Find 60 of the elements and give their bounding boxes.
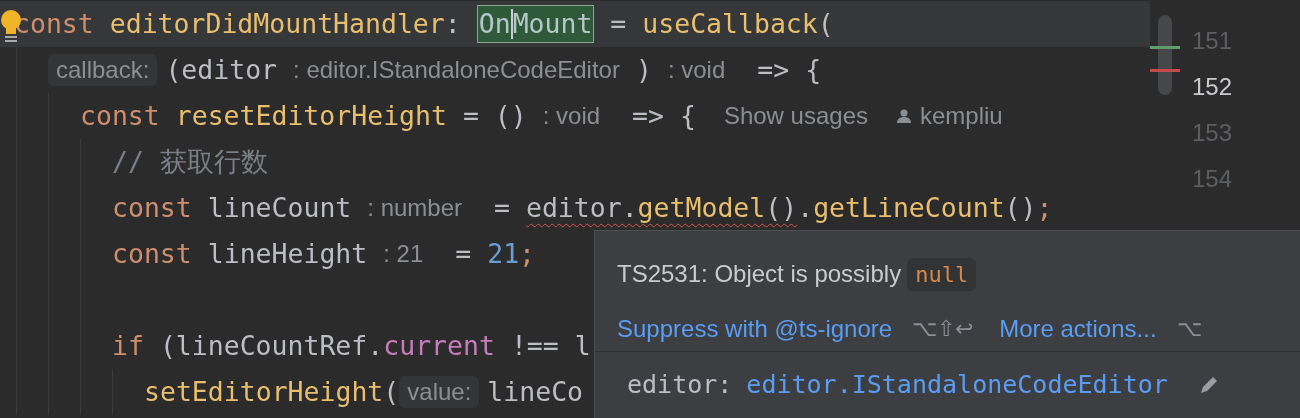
code-text: ) xyxy=(635,55,652,85)
usages-link[interactable]: Show usages xyxy=(723,102,868,130)
user-icon xyxy=(896,108,912,124)
author-name[interactable]: kempliu xyxy=(920,102,1003,130)
error-message: TS2531: Object is possibly xyxy=(617,260,902,288)
code-text: . xyxy=(797,193,814,223)
code-text: () xyxy=(1004,193,1037,223)
keyword: const xyxy=(112,239,192,269)
function-name: useCallback xyxy=(642,9,818,39)
code-text: !== l xyxy=(509,331,591,361)
error-marker xyxy=(1150,69,1180,72)
keyword: const xyxy=(112,193,192,223)
keyword: const xyxy=(80,101,160,131)
code-text: = xyxy=(454,239,473,269)
scrollbar-thumb[interactable] xyxy=(1158,15,1172,95)
code-text: (editor xyxy=(165,55,278,85)
inlay-hint: : void xyxy=(541,101,602,131)
code-text: = () xyxy=(461,101,527,131)
action-link[interactable]: More actions... xyxy=(999,315,1157,343)
code-text: ( xyxy=(383,377,400,407)
inlay-hint: : number xyxy=(366,193,464,223)
code-text: lineHeight xyxy=(206,239,368,269)
code-comment: // 获取行数 xyxy=(112,147,268,177)
inlay-hint: : editor.IStandaloneCodeEditor xyxy=(292,55,621,85)
code-text: = xyxy=(609,9,628,39)
code-text: lineCount xyxy=(206,193,352,223)
code-text: = xyxy=(493,193,511,223)
code-text: => { xyxy=(631,101,696,131)
inlay-hint: : 21 xyxy=(382,239,425,269)
code-text: () xyxy=(765,193,798,223)
inlay-hint: : void xyxy=(666,55,727,85)
function-name: getLineCount xyxy=(813,193,1005,223)
code-text: editor. xyxy=(525,193,638,223)
change-marker xyxy=(1150,46,1180,49)
code-text: : xyxy=(444,9,462,39)
code-punctuation: ; xyxy=(519,239,536,269)
shortcut-hint: ⌥ xyxy=(1176,316,1202,342)
action-link[interactable]: Suppress with @ts-ignore xyxy=(617,315,893,343)
code-punctuation: ; xyxy=(1036,193,1053,223)
inlay-hint: value: xyxy=(399,376,480,408)
keyword: const xyxy=(14,9,94,39)
code-literal: null xyxy=(907,257,977,291)
number-literal: 21 xyxy=(487,239,520,269)
function-name: setEditorHeight xyxy=(144,377,384,407)
code-text: ( xyxy=(817,9,834,39)
keyword: if xyxy=(112,331,144,361)
line-number: 152 xyxy=(1192,72,1234,102)
type-name: On xyxy=(478,9,511,39)
code-text: => { xyxy=(756,55,822,85)
inlay-hint: callback: xyxy=(48,54,158,86)
type-name: Mount xyxy=(512,9,593,39)
property-name: current xyxy=(383,331,495,361)
code-text: lineCo xyxy=(487,377,584,407)
code-text: (lineCountRef. xyxy=(158,331,384,361)
parameter-name: editor: xyxy=(627,370,733,399)
function-name: resetEditorHeight xyxy=(174,101,447,131)
function-name: getModel xyxy=(637,193,766,223)
function-name: editorDidMountHandler xyxy=(108,9,445,39)
shortcut-hint: ⌥⇧↩ xyxy=(912,316,974,342)
type-link[interactable]: editor.IStandaloneCodeEditor xyxy=(746,370,1168,399)
